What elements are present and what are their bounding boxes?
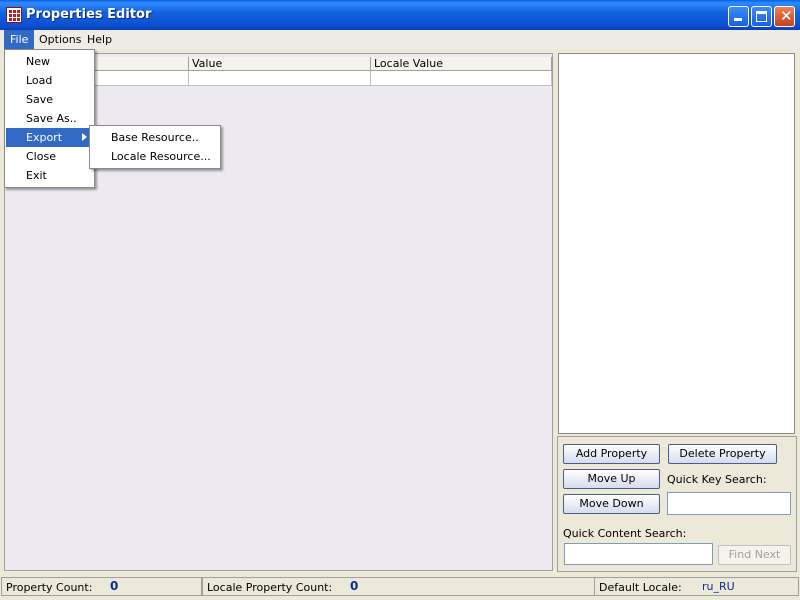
move-up-button[interactable]: Move Up (563, 469, 660, 489)
table-cell[interactable] (371, 71, 552, 86)
menu-item-save-as[interactable]: Save As.. (6, 109, 93, 128)
find-next-button[interactable]: Find Next (718, 545, 791, 565)
menu-file[interactable]: File (4, 30, 35, 49)
quick-key-search-label: Quick Key Search: (667, 473, 767, 486)
move-down-button[interactable]: Move Down (563, 494, 660, 514)
export-submenu: Base Resource.. Locale Resource... (89, 125, 221, 169)
status-bar: Property Count: 0 Locale Property Count:… (0, 575, 800, 598)
menu-item-base-resource[interactable]: Base Resource.. (91, 128, 219, 147)
menu-item-export-label: Export (26, 131, 63, 144)
menu-item-close[interactable]: Close (6, 147, 93, 166)
menu-item-load[interactable]: Load (6, 71, 93, 90)
delete-property-button[interactable]: Delete Property (668, 444, 777, 464)
controls-panel: Add Property Delete Property Move Up Qui… (557, 436, 797, 572)
menu-item-save[interactable]: Save (6, 90, 93, 109)
maximize-icon (756, 11, 767, 22)
default-locale-label: Default Locale: (594, 577, 799, 596)
menu-bar: File Options Help (0, 30, 800, 49)
default-locale-value: ru_RU (702, 580, 735, 593)
minimize-button[interactable] (728, 6, 749, 27)
menu-item-new[interactable]: New (6, 52, 93, 71)
add-property-button[interactable]: Add Property (563, 444, 660, 464)
close-icon: ✕ (780, 7, 793, 25)
quick-content-search-input[interactable] (564, 543, 713, 565)
app-icon (6, 7, 22, 23)
close-button[interactable]: ✕ (774, 6, 795, 27)
file-menu-dropdown: New Load Save Save As.. Export Close Exi… (4, 49, 95, 188)
preview-panel[interactable] (558, 53, 795, 434)
property-count-value: 0 (110, 579, 119, 593)
locale-property-count-label: Locale Property Count: (202, 577, 595, 596)
title-bar[interactable]: Properties Editor ✕ (0, 0, 800, 30)
submenu-arrow-icon (82, 133, 87, 141)
menu-help[interactable]: Help (81, 30, 118, 49)
table-cell[interactable] (189, 71, 371, 86)
menu-item-export[interactable]: Export (6, 128, 93, 147)
locale-property-count-value: 0 (350, 579, 359, 593)
quick-content-search-label: Quick Content Search: (563, 527, 687, 540)
property-count-label: Property Count: (1, 577, 202, 596)
quick-key-search-input[interactable] (667, 492, 791, 515)
maximize-button[interactable] (751, 6, 772, 27)
menu-options[interactable]: Options (33, 30, 87, 49)
menu-item-exit[interactable]: Exit (6, 166, 93, 185)
menu-item-locale-resource[interactable]: Locale Resource... (91, 147, 219, 166)
window-title: Properties Editor (26, 7, 152, 22)
minimize-icon (734, 18, 742, 21)
column-header-value[interactable]: Value (189, 57, 371, 71)
column-header-locale-value[interactable]: Locale Value (371, 57, 552, 71)
